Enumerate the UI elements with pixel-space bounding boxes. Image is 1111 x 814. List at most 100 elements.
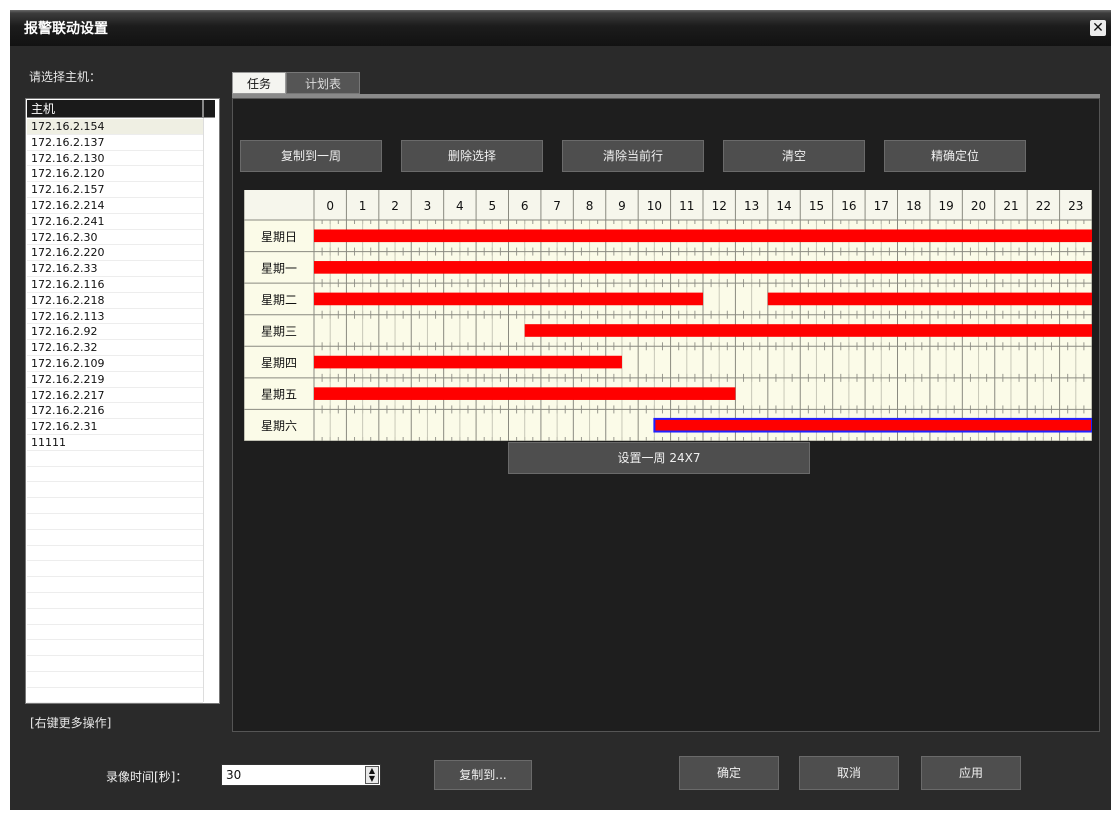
schedule-segment	[653, 417, 1092, 433]
host-list-item[interactable]: 172.16.2.157	[27, 182, 203, 198]
host-list-item[interactable]: 172.16.2.154	[27, 119, 203, 135]
hour-label: 17	[874, 199, 889, 213]
host-list-item[interactable]: 172.16.2.109	[27, 356, 203, 372]
host-list-empty-row	[27, 467, 203, 483]
host-list-item[interactable]: 172.16.2.33	[27, 261, 203, 277]
ok-button[interactable]: 确定	[679, 756, 779, 790]
host-list-item[interactable]: 172.16.2.30	[27, 230, 203, 246]
hour-label: 3	[424, 199, 432, 213]
schedule-segment	[314, 229, 1092, 243]
tab-schedule[interactable]: 计划表	[286, 72, 360, 94]
host-list-item[interactable]: 172.16.2.31	[27, 419, 203, 435]
tab-bar: 任务 计划表	[232, 72, 1100, 98]
hour-label: 1	[359, 199, 367, 213]
day-label: 星期五	[261, 388, 297, 402]
host-list-item[interactable]: 172.16.2.137	[27, 135, 203, 151]
apply-button[interactable]: 应用	[921, 756, 1021, 790]
schedule-segment	[314, 355, 622, 369]
record-time-stepper[interactable]: ▲ ▼	[365, 766, 379, 784]
hour-label: 0	[326, 199, 334, 213]
hour-label: 21	[1003, 199, 1018, 213]
tab-task[interactable]: 任务	[232, 72, 286, 94]
host-list-empty-row	[27, 498, 203, 514]
delete-selection-button[interactable]: 删除选择	[401, 140, 543, 172]
hour-label: 14	[776, 199, 791, 213]
host-list-empty-row	[27, 577, 203, 593]
copy-to-week-button[interactable]: 复制到一周	[240, 140, 382, 172]
host-list-empty-row	[27, 482, 203, 499]
host-list-item[interactable]: 172.16.2.214	[27, 198, 203, 214]
host-list-item[interactable]: 11111	[27, 435, 203, 451]
record-time-label: 录像时间[秒]：	[106, 770, 188, 784]
record-time-input[interactable]: 30	[221, 764, 381, 786]
week-schedule-grid[interactable]: 0 1 2 3 4 5 6 7 8 9 10 11 12 13 14 15 16 17 18 19 20 21 22 23 星期…	[244, 190, 1092, 441]
hour-label: 8	[586, 199, 594, 213]
host-list-item[interactable]: 172.16.2.216	[27, 403, 203, 420]
clear-current-row-button[interactable]: 清除当前行	[562, 140, 704, 172]
day-label: 星期四	[261, 356, 297, 370]
host-list-item[interactable]: 172.16.2.219	[27, 372, 203, 388]
host-list-item[interactable]: 172.16.2.116	[27, 277, 203, 293]
more-actions-hint: [右键更多操作]	[30, 716, 112, 730]
host-list-item[interactable]: 172.16.2.241	[27, 214, 203, 230]
host-list-item[interactable]: 172.16.2.120	[27, 166, 203, 183]
host-list-empty-row	[27, 625, 203, 641]
host-list-item[interactable]: 172.16.2.113	[27, 309, 203, 325]
host-list-item[interactable]: 172.16.2.32	[27, 340, 203, 356]
hour-label: 15	[809, 199, 824, 213]
host-list: 172.16.2.154 172.16.2.137 172.16.2.130 172.…	[27, 119, 203, 704]
hour-label: 6	[521, 199, 529, 213]
hour-label: 16	[841, 199, 856, 213]
hour-label: 9	[618, 199, 626, 213]
host-list-empty-row	[27, 672, 203, 688]
host-list-item[interactable]: 172.16.2.220	[27, 245, 203, 262]
alarm-linkage-dialog: 报警联动设置 ✕ 请选择主机： 主机 172.16.2.154 172.16.2.…	[10, 10, 1111, 810]
hour-label: 2	[391, 199, 399, 213]
clear-all-button[interactable]: 清空	[723, 140, 865, 172]
host-select-label: 请选择主机：	[29, 70, 102, 84]
host-list-empty-row	[27, 514, 203, 530]
host-list-empty-row	[27, 640, 203, 657]
copy-to-button[interactable]: 复制到...	[434, 760, 532, 790]
cancel-button[interactable]: 取消	[799, 756, 899, 790]
day-label: 星期日	[261, 230, 297, 244]
title-bar[interactable]: 报警联动设置	[10, 10, 1111, 46]
schedule-segment	[524, 324, 1092, 337]
schedule-segment	[314, 387, 736, 400]
host-list-item[interactable]: 172.16.2.217	[27, 388, 203, 404]
host-list-empty-row	[27, 451, 203, 467]
host-list-item[interactable]: 172.16.2.130	[27, 151, 203, 167]
hour-label: 13	[744, 199, 759, 213]
schedule-segment	[314, 292, 703, 306]
day-label: 星期六	[261, 419, 297, 433]
hour-header-band	[244, 190, 1092, 220]
host-list-item[interactable]: 172.16.2.218	[27, 293, 203, 309]
hour-label: 18	[906, 199, 921, 213]
schedule-segment	[314, 261, 1092, 274]
hour-label: 11	[679, 199, 694, 213]
close-icon[interactable]: ✕	[1090, 20, 1106, 36]
set-week-24x7-button[interactable]: 设置一周 24X7	[508, 442, 810, 474]
schedule-grid-svg[interactable]: 0 1 2 3 4 5 6 7 8 9 10 11 12 13 14 15 16 17 18 19 20 21 22 23星期…	[244, 190, 1092, 441]
day-label: 星期一	[261, 261, 297, 275]
hour-label: 20	[971, 199, 986, 213]
host-list-empty-row	[27, 688, 203, 704]
precise-locate-button[interactable]: 精确定位	[884, 140, 1026, 172]
hour-label: 23	[1068, 199, 1083, 213]
hour-label: 10	[647, 199, 662, 213]
header-divider	[202, 100, 204, 118]
host-list-empty-row	[27, 593, 203, 609]
host-list-item[interactable]: 172.16.2.92	[27, 324, 203, 341]
host-column-header[interactable]: 主机	[27, 100, 215, 118]
host-list-empty-row	[27, 530, 203, 546]
hour-label: 12	[712, 199, 727, 213]
day-label: 星期二	[261, 293, 297, 307]
day-label: 星期三	[261, 325, 297, 339]
host-list-scrollbar[interactable]	[203, 118, 219, 702]
host-list-panel: 主机 172.16.2.154 172.16.2.137 172.16.2.130 1…	[25, 98, 220, 704]
hour-label: 5	[488, 199, 496, 213]
host-list-empty-row	[27, 561, 203, 578]
host-list-empty-row	[27, 609, 203, 625]
schedule-segment	[767, 292, 1092, 306]
hour-label: 4	[456, 199, 464, 213]
